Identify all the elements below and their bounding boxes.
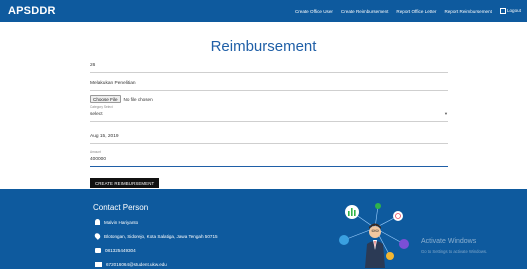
file-upload: Choose File No file chosen [90,95,153,104]
category-select-value: select [90,112,103,117]
contact-email: 672016064@student.ukw.edu [106,262,167,267]
activate-windows-subtitle: Go to Settings to activate Windows. [421,249,488,254]
contact-name-row: Malvin Hariyanto [95,219,138,225]
phone-icon [95,248,101,253]
businessman-figure [365,223,385,268]
mail-icon [95,262,102,267]
category-select[interactable]: select ▼ [90,111,448,122]
small-bubble-icon [375,203,381,209]
page-title: Reimbursement [210,38,317,55]
contact-name: Malvin Hariyanto [104,219,139,225]
contact-phone: 081325449304 [105,248,136,253]
footer [0,189,527,269]
contact-address: Blotongan, Sidorejo, Kota Salatiga, Jawa… [104,233,218,239]
id-field-value: 26 [90,63,96,68]
contact-email-row: 672016064@student.ukw.edu [95,262,167,267]
location-icon [93,232,102,240]
idea-bubble-icon [339,235,349,245]
contact-title: Contact Person [93,203,149,212]
contact-phone-row: 081325449304 [95,248,136,253]
description-field[interactable]: Melakukan Penelitian [90,80,448,91]
category-label: Category Select [90,105,113,109]
choose-file-button[interactable]: Choose File [90,95,121,104]
logout-label: Logout [506,8,521,14]
nav-report-reimbursement[interactable]: Report Reimbursement [444,9,492,14]
brand-logo[interactable]: APSDDR [8,5,56,17]
create-reimbursement-button[interactable]: CREATE REIMBURSEMENT [90,178,160,188]
coin-bubble-icon [386,252,394,260]
person-icon [95,219,100,225]
logout-icon [499,8,506,14]
description-field-value: Melakukan Penelitian [90,81,136,86]
file-status: No file chosen [123,96,153,102]
id-field[interactable]: 26 [90,62,448,73]
nav-menu: Create Office User Create Reimbursement … [295,0,521,22]
contact-address-row: Blotongan, Sidorejo, Kota Salatiga, Jawa… [93,232,218,240]
target-bubble-icon [393,211,403,221]
nav-create-office-user[interactable]: Create Office User [295,9,333,14]
chevron-down-icon: ▼ [444,111,448,116]
business-illustration [339,203,409,268]
amount-field-value: 400000 [90,157,107,162]
nav-report-office-letter[interactable]: Report Office Letter [396,9,436,14]
activate-windows-title: Activate Windows [421,238,477,245]
date-field-value: Aug 15, 2019 [90,134,119,139]
amount-field[interactable]: 400000 [90,156,448,167]
gear-bubble-icon [399,239,409,249]
top-navbar: APSDDR Create Office User Create Reimbur… [0,0,527,22]
amount-label: Amount [90,150,101,154]
date-field[interactable]: Aug 15, 2019 [90,133,448,144]
nav-create-reimbursement[interactable]: Create Reimbursement [341,9,389,14]
nav-logout[interactable]: Logout [499,8,521,14]
